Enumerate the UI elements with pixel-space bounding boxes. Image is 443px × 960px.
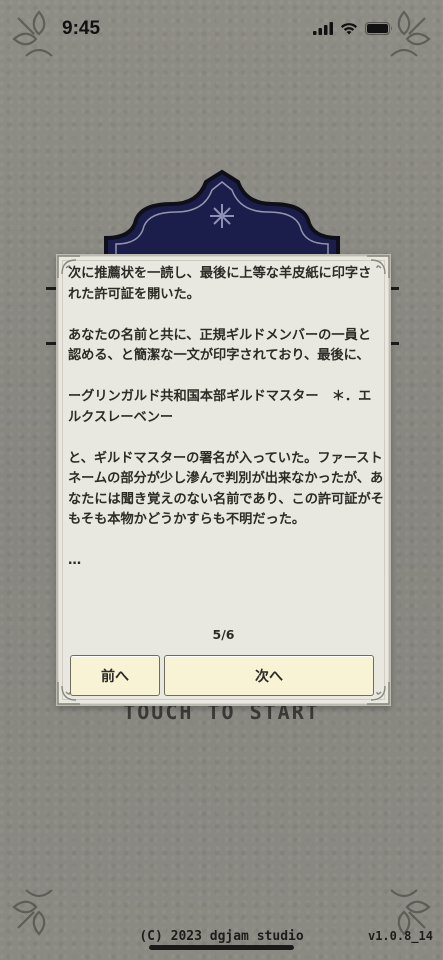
ornament-top-left bbox=[4, 4, 74, 74]
cellular-signal-icon bbox=[313, 22, 333, 35]
page-indicator: 5/6 bbox=[212, 627, 235, 642]
ornament-top-right bbox=[369, 4, 439, 74]
home-indicator[interactable] bbox=[149, 945, 294, 950]
next-button[interactable]: 次へ bbox=[164, 655, 374, 696]
title-emblem bbox=[104, 169, 340, 268]
wifi-icon bbox=[340, 23, 358, 35]
prev-button[interactable]: 前へ bbox=[70, 655, 160, 696]
version-text: v1.0.8_14 bbox=[367, 929, 433, 943]
dialog-story-text: 次に推薦状を一読し、最後に上等な羊皮紙に印字された許可証を開いた。 あなたの名前… bbox=[68, 266, 384, 568]
story-dialog: 次に推薦状を一読し、最後に上等な羊皮紙に印字された許可証を開いた。 あなたの名前… bbox=[56, 254, 391, 706]
